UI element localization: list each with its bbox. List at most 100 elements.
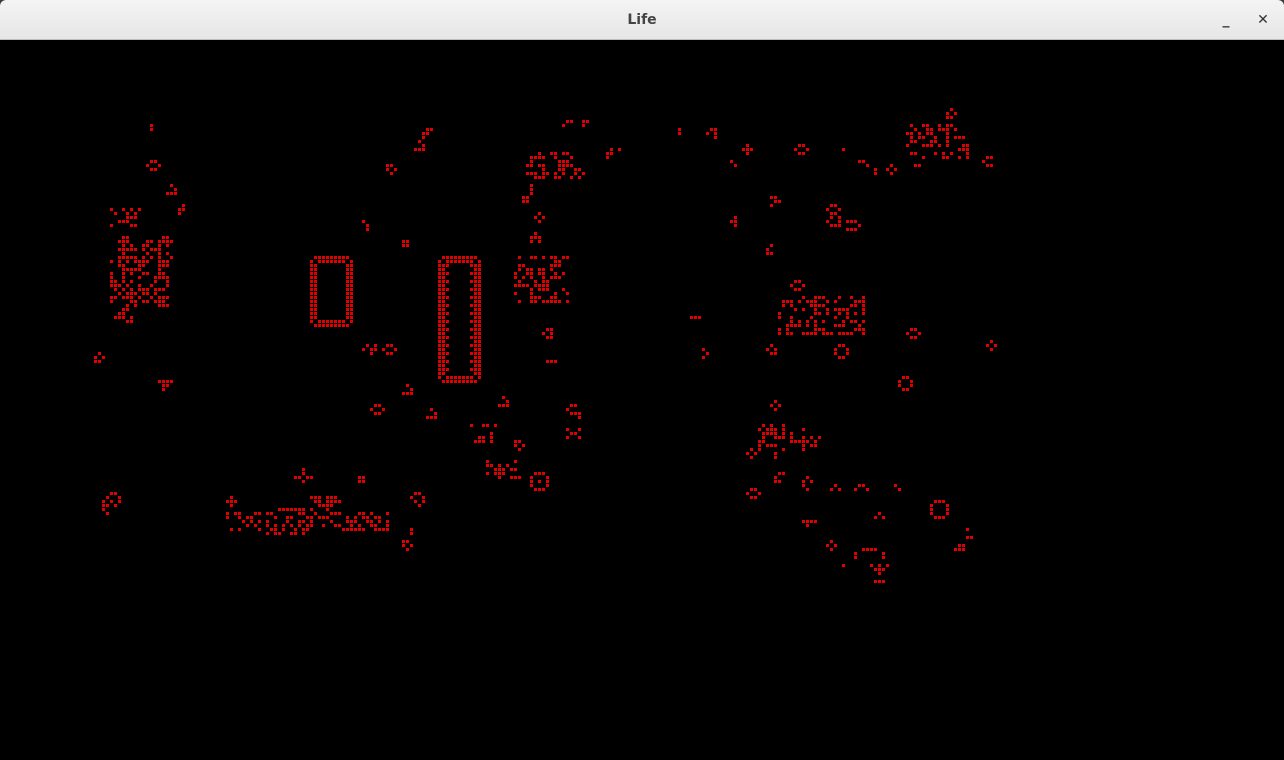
live-cell [130, 316, 133, 319]
live-cell [454, 380, 457, 383]
live-cell [182, 204, 185, 207]
live-cell [862, 296, 865, 299]
minimize-icon: _ [1222, 12, 1230, 28]
live-cell [110, 492, 113, 495]
live-cell [566, 160, 569, 163]
live-cell [530, 268, 533, 271]
live-cell [782, 448, 785, 451]
live-cell [470, 344, 473, 347]
live-cell [466, 376, 469, 379]
life-board[interactable] [2, 40, 1282, 760]
live-cell [158, 288, 161, 291]
live-cell [858, 484, 861, 487]
live-cell [126, 256, 129, 259]
live-cell [566, 256, 569, 259]
live-cell [350, 308, 353, 311]
live-cell [314, 316, 317, 319]
live-cell [154, 300, 157, 303]
live-cell [478, 340, 481, 343]
live-cell [438, 280, 441, 283]
live-cell [838, 488, 841, 491]
live-cell [438, 260, 441, 263]
live-cell [754, 452, 757, 455]
live-cell [562, 272, 565, 275]
live-cell [922, 136, 925, 139]
live-cell [574, 172, 577, 175]
live-cell [446, 256, 449, 259]
live-cell [750, 488, 753, 491]
live-cell [790, 320, 793, 323]
live-cell [314, 256, 317, 259]
live-cell [110, 296, 113, 299]
live-cell [570, 120, 573, 123]
live-cell [358, 528, 361, 531]
live-cell [554, 152, 557, 155]
live-cell [526, 268, 529, 271]
live-cell [578, 436, 581, 439]
live-cell [414, 492, 417, 495]
close-icon: ✕ [1257, 12, 1269, 28]
live-cell [486, 464, 489, 467]
live-cell [798, 324, 801, 327]
close-button[interactable]: ✕ [1249, 6, 1277, 34]
live-cell [162, 304, 165, 307]
live-cell [438, 376, 441, 379]
live-cell [558, 160, 561, 163]
live-cell [862, 160, 865, 163]
live-cell [966, 536, 969, 539]
live-cell [438, 360, 441, 363]
live-cell [370, 352, 373, 355]
live-cell [522, 276, 525, 279]
live-cell [130, 224, 133, 227]
live-cell [178, 212, 181, 215]
live-cell [438, 328, 441, 331]
title-bar[interactable]: Life _ ✕ [0, 0, 1284, 40]
live-cell [910, 132, 913, 135]
live-cell [962, 544, 965, 547]
live-cell [310, 288, 313, 291]
live-cell [334, 524, 337, 527]
live-cell [858, 224, 861, 227]
live-cell [410, 388, 413, 391]
live-cell [238, 516, 241, 519]
live-cell [386, 512, 389, 515]
live-cell [578, 428, 581, 431]
live-cell [770, 244, 773, 247]
live-cell [438, 316, 441, 319]
live-cell [842, 564, 845, 567]
live-cell [798, 152, 801, 155]
live-cell [322, 504, 325, 507]
live-cell [894, 168, 897, 171]
live-cell [110, 300, 113, 303]
live-cell [402, 544, 405, 547]
live-cell [362, 512, 365, 515]
live-cell [406, 240, 409, 243]
live-cell [338, 500, 341, 503]
live-cell [862, 308, 865, 311]
live-cell [926, 132, 929, 135]
live-cell [150, 256, 153, 259]
live-cell [918, 332, 921, 335]
live-cell [422, 496, 425, 499]
live-cell [114, 280, 117, 283]
live-cell [310, 272, 313, 275]
live-cell [862, 484, 865, 487]
live-cell [790, 284, 793, 287]
live-cell [254, 524, 257, 527]
live-cell [810, 316, 813, 319]
live-cell [838, 356, 841, 359]
live-cell [810, 300, 813, 303]
live-cell [518, 280, 521, 283]
live-cell [534, 256, 537, 259]
live-cell [446, 360, 449, 363]
live-cell [534, 236, 537, 239]
life-grid[interactable] [2, 40, 1282, 760]
live-cell [990, 348, 993, 351]
live-cell [114, 316, 117, 319]
live-cell [314, 288, 317, 291]
live-cell [766, 444, 769, 447]
minimize-button[interactable]: _ [1212, 6, 1240, 34]
live-cell [830, 332, 833, 335]
live-cell [542, 472, 545, 475]
live-cell [534, 216, 537, 219]
